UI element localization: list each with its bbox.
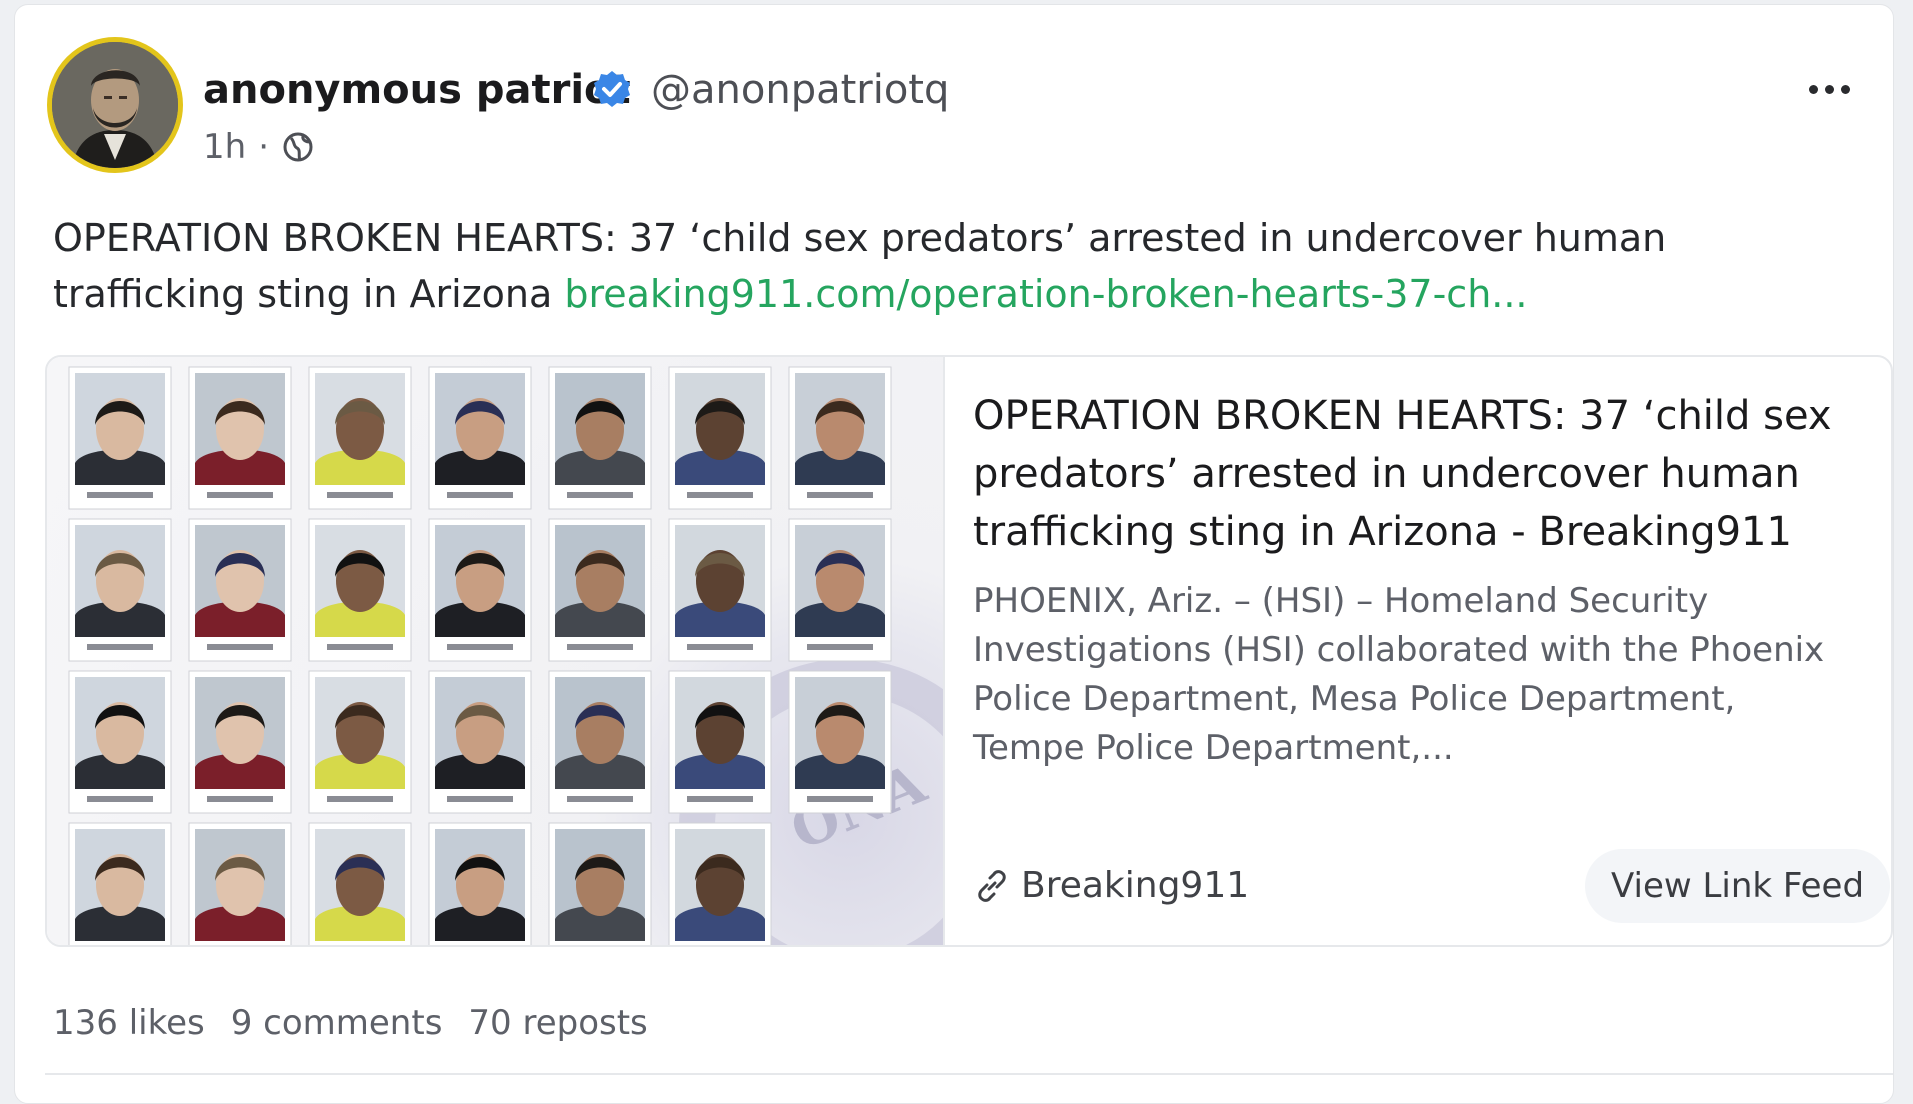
divider — [45, 1073, 1893, 1075]
mugshot-photo — [68, 366, 172, 510]
post-card: anonymous patriot @anonpatriotq 1h · OPE… — [14, 4, 1894, 1104]
mugshot-photo — [308, 518, 412, 662]
mugshot-photo — [188, 822, 292, 945]
post-text: OPERATION BROKEN HEARTS: 37 ‘child sex p… — [53, 210, 1753, 322]
reposts-count[interactable]: 70 reposts — [468, 1003, 647, 1043]
mugshot-photo — [548, 822, 652, 945]
card-source[interactable]: Breaking911 — [975, 865, 1249, 906]
mugshot-photo — [188, 518, 292, 662]
post-link[interactable]: breaking911.com/operation-broken-hearts-… — [564, 272, 1527, 316]
mugshot-collage: ONA — [68, 366, 943, 945]
meta-separator: · — [258, 127, 269, 167]
globe-icon — [283, 132, 313, 162]
mugshot-photo — [188, 670, 292, 814]
mugshot-photo — [308, 670, 412, 814]
mugshot-photo — [68, 822, 172, 945]
post-stats: 136 likes 9 comments 70 reposts — [53, 1003, 648, 1043]
mugshot-photo — [668, 670, 772, 814]
link-icon — [978, 869, 1006, 902]
mugshot-photo — [68, 670, 172, 814]
mugshot-photo — [668, 366, 772, 510]
mugshot-photo — [308, 822, 412, 945]
card-source-label: Breaking911 — [1021, 865, 1250, 906]
mugshot-photo — [548, 366, 652, 510]
avatar-image — [52, 42, 178, 168]
avatar[interactable] — [47, 37, 183, 173]
verified-badge-icon — [594, 71, 630, 107]
mugshot-photo — [188, 366, 292, 510]
author-handle[interactable]: @anonpatriotq — [651, 67, 949, 113]
mugshot-photo — [68, 518, 172, 662]
author-name[interactable]: anonymous patriot — [203, 67, 631, 113]
link-preview-image[interactable]: ONA — [47, 357, 945, 945]
mugshot-photo — [428, 822, 532, 945]
likes-count[interactable]: 136 likes — [53, 1003, 205, 1043]
mugshot-photo — [788, 670, 892, 814]
mugshot-photo — [548, 670, 652, 814]
mugshot-photo — [668, 822, 772, 945]
card-title[interactable]: OPERATION BROKEN HEARTS: 37 ‘child sex p… — [973, 387, 1853, 561]
view-link-feed-button[interactable]: View Link Feed — [1585, 849, 1891, 923]
mugshot-photo — [308, 366, 412, 510]
mugshot-photo — [668, 518, 772, 662]
post-time[interactable]: 1h — [203, 127, 246, 167]
mugshot-photo — [548, 518, 652, 662]
post-meta: 1h · — [203, 127, 315, 167]
more-options-icon[interactable] — [1799, 59, 1859, 119]
mugshot-photo — [428, 670, 532, 814]
comments-count[interactable]: 9 comments — [231, 1003, 443, 1043]
card-description: PHOENIX, Ariz. – (HSI) – Homeland Securi… — [973, 581, 1825, 768]
mugshot-photo — [788, 366, 892, 510]
link-preview-card[interactable]: ONA OPERATION BROKEN HEARTS: 37 ‘child s… — [45, 355, 1893, 947]
mugshot-photo — [428, 518, 532, 662]
mugshot-photo — [788, 518, 892, 662]
mugshot-photo — [428, 366, 532, 510]
